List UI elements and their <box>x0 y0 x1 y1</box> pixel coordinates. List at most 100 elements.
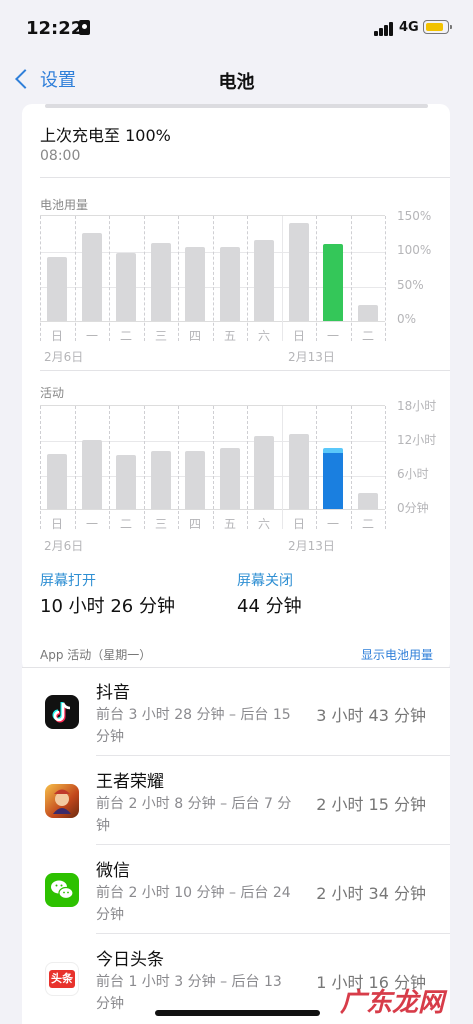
bar-7[interactable] <box>289 223 309 321</box>
bar-3[interactable] <box>151 451 171 509</box>
week-start-date: 2月6日 <box>44 539 84 553</box>
day-label: 三 <box>154 329 167 343</box>
day-label: 一 <box>326 329 339 343</box>
day-separator <box>213 216 215 341</box>
app-detail: 前台 1 小时 3 分钟 – 后台 13 分钟 <box>96 974 282 1012</box>
app-total: 2 小时 15 分钟 <box>316 795 426 814</box>
app-list: 抖音 前台 3 小时 28 分钟 – 后台 15 分钟 3 小时 43 分钟 王… <box>22 668 450 1024</box>
day-label: 二 <box>361 329 374 343</box>
day-separator <box>144 216 146 341</box>
screen-on-label: 屏幕打开 <box>40 573 96 589</box>
status-time: 12:22 <box>26 18 84 39</box>
y-tick: 100% <box>397 243 432 257</box>
day-label: 一 <box>326 517 339 531</box>
status-bar: 12:22 4G <box>0 0 473 56</box>
app-total: 3 小时 43 分钟 <box>316 706 426 725</box>
nav-bar: 电池 设置 <box>0 56 473 106</box>
bar-4[interactable] <box>185 247 205 321</box>
day-separator <box>351 406 353 529</box>
day-separator <box>316 406 318 529</box>
home-indicator <box>155 1010 320 1016</box>
bar-8[interactable] <box>323 448 343 509</box>
day-separator <box>247 406 249 529</box>
divider <box>40 177 450 178</box>
day-label: 四 <box>188 329 201 343</box>
day-label: 日 <box>292 517 305 531</box>
app-total: 2 小时 34 分钟 <box>316 884 426 903</box>
app-row-honor-of-kings[interactable]: 王者荣耀 前台 2 小时 8 分钟 – 后台 7 分钟 2 小时 15 分钟 <box>22 757 450 845</box>
day-label: 二 <box>361 517 374 531</box>
y-tick: 12小时 <box>397 433 437 447</box>
app-name: 王者荣耀 <box>96 772 164 792</box>
toutiao-icon: 头条 <box>45 962 79 996</box>
week-start-date: 2月6日 <box>44 350 84 364</box>
day-separator <box>282 216 283 341</box>
day-separator <box>213 406 215 529</box>
bar-5[interactable] <box>220 448 240 509</box>
bar-8[interactable] <box>323 244 343 321</box>
day-separator <box>247 216 249 341</box>
bar-2[interactable] <box>116 455 136 509</box>
bar-1[interactable] <box>82 233 102 321</box>
day-label: 五 <box>223 329 236 343</box>
back-button[interactable]: 设置 <box>12 66 76 92</box>
divider <box>40 370 450 371</box>
app-row-douyin[interactable]: 抖音 前台 3 小时 28 分钟 – 后台 15 分钟 3 小时 43 分钟 <box>22 668 450 756</box>
bar-4[interactable] <box>185 451 205 509</box>
day-label: 二 <box>119 329 132 343</box>
app-name: 抖音 <box>96 683 130 703</box>
bar-1[interactable] <box>82 440 102 509</box>
app-detail: 前台 3 小时 28 分钟 – 后台 15 分钟 <box>96 707 291 745</box>
y-tick: 0% <box>397 312 417 326</box>
bar-6[interactable] <box>254 436 274 509</box>
day-separator <box>75 406 77 529</box>
screen-off-label: 屏幕关闭 <box>237 573 293 589</box>
day-separator <box>316 216 318 341</box>
day-label: 日 <box>50 517 63 531</box>
app-detail: 前台 2 小时 10 分钟 – 后台 24 分钟 <box>96 885 291 923</box>
last-charge-title: 上次充电至 100% <box>40 126 171 145</box>
bar-5[interactable] <box>220 247 240 321</box>
scroll-edge <box>45 104 428 108</box>
bar-6[interactable] <box>254 240 274 321</box>
day-separator <box>351 216 353 341</box>
day-label: 六 <box>257 329 270 343</box>
bar-9[interactable] <box>358 305 378 321</box>
cellular-signal-icon <box>374 22 394 36</box>
day-separator <box>75 216 77 341</box>
day-separator <box>178 406 180 529</box>
y-tick: 18小时 <box>397 399 437 413</box>
show-battery-usage-link[interactable]: 显示电池用量 <box>361 646 433 663</box>
day-label: 四 <box>188 517 201 531</box>
week-start-date: 2月13日 <box>288 539 335 553</box>
battery-usage-chart[interactable] <box>40 215 386 341</box>
app-row-wechat[interactable]: 微信 前台 2 小时 10 分钟 – 后台 24 分钟 2 小时 34 分钟 <box>22 846 450 934</box>
app-name: 微信 <box>96 861 130 881</box>
bar-7[interactable] <box>289 434 309 509</box>
day-separator <box>40 216 42 341</box>
bar-2[interactable] <box>116 253 136 321</box>
battery-usage-label: 电池用量 <box>40 198 89 212</box>
bar-3[interactable] <box>151 243 171 321</box>
bar-0[interactable] <box>47 257 67 321</box>
activity-chart[interactable] <box>40 405 386 529</box>
app-name: 今日头条 <box>96 950 164 970</box>
day-separator <box>385 406 387 529</box>
bar-9[interactable] <box>358 493 378 509</box>
y-tick: 50% <box>397 278 424 292</box>
day-separator <box>385 216 387 341</box>
day-label: 日 <box>50 329 63 343</box>
app-detail: 前台 2 小时 8 分钟 – 后台 7 分钟 <box>96 796 292 834</box>
day-separator <box>178 216 180 341</box>
y-tick: 150% <box>397 209 432 223</box>
day-label: 五 <box>223 517 236 531</box>
screen-on-value: 10 小时 26 分钟 <box>40 596 175 617</box>
screen-time-icon <box>79 20 90 35</box>
y-tick: 6小时 <box>397 467 429 481</box>
day-separator <box>109 406 111 529</box>
bar-0[interactable] <box>47 454 67 509</box>
day-separator <box>144 406 146 529</box>
activity-label: 活动 <box>40 386 65 400</box>
app-activity-header: App 活动（星期一） <box>40 648 152 662</box>
day-label: 六 <box>257 517 270 531</box>
